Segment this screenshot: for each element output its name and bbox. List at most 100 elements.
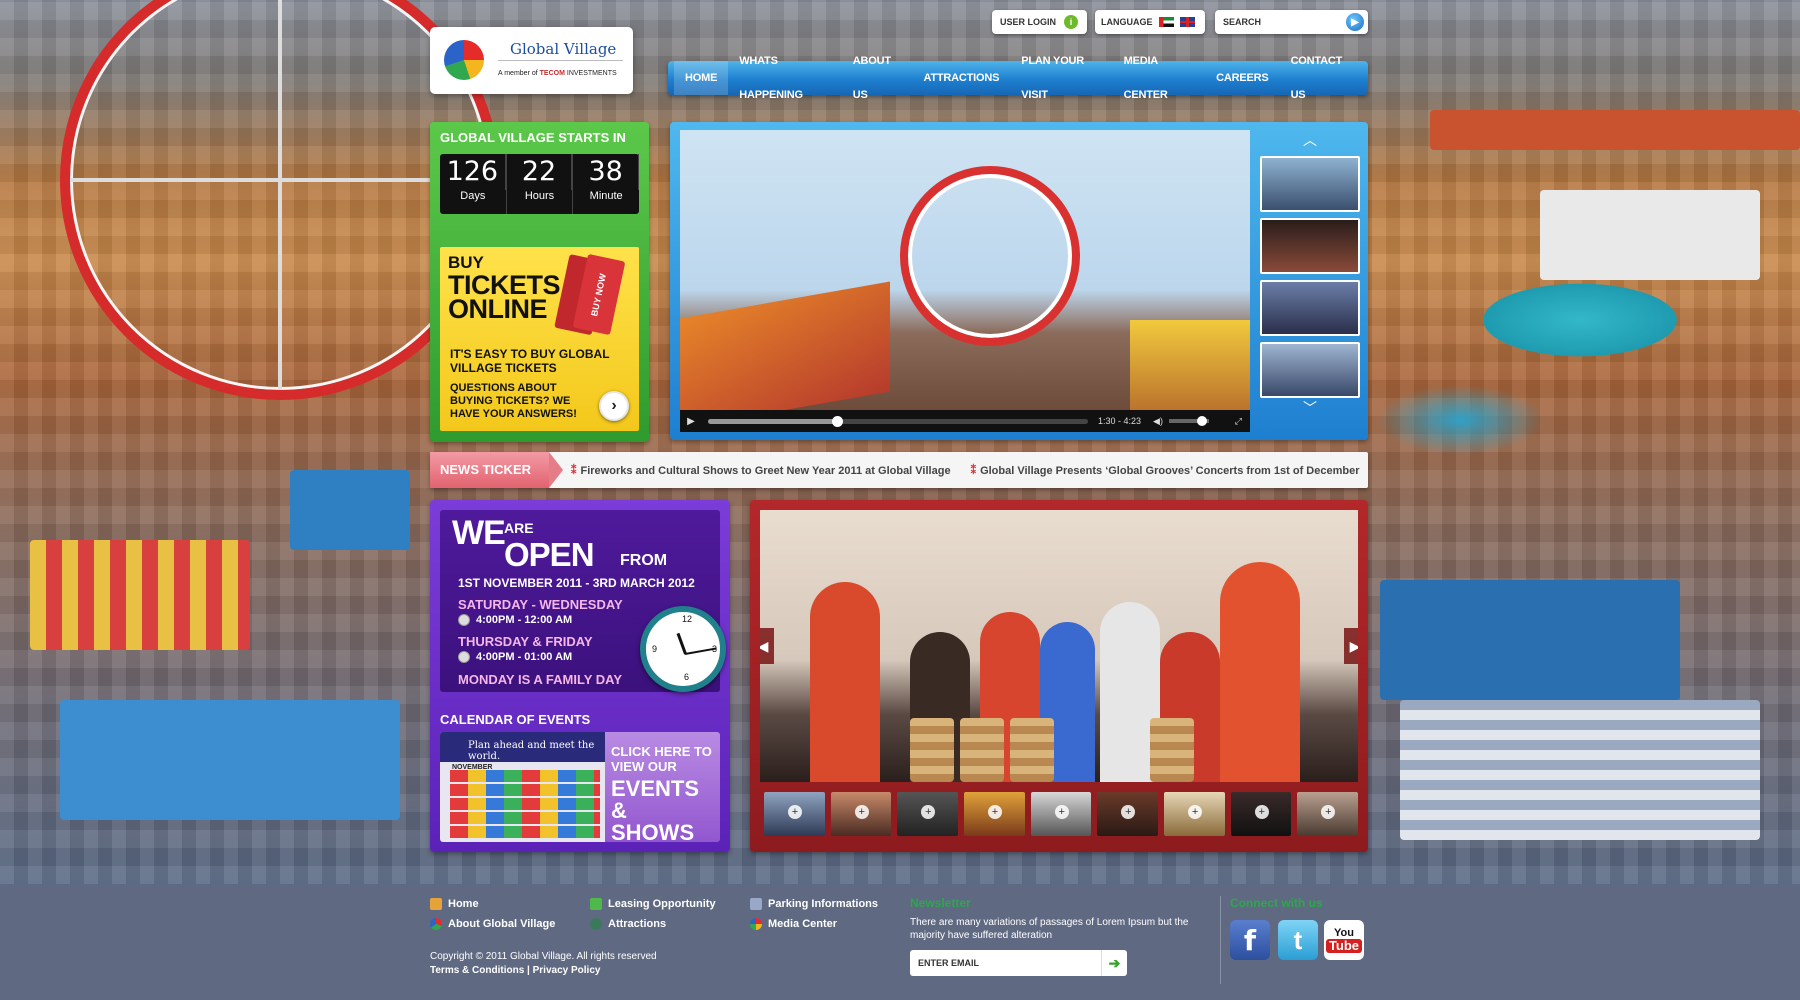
calendar-banner-text: Plan ahead and meet the world. — [440, 732, 605, 762]
drum-graphic — [910, 718, 954, 782]
tickets-arrow-button[interactable]: › — [599, 391, 629, 421]
footer-link-parking[interactable]: Parking Informations — [750, 898, 878, 910]
site-logo[interactable]: Global Village A member of TECOM INVESTM… — [430, 27, 633, 94]
video-controls: ▶ 1:30 - 4:23 ◀) ⤢ — [680, 410, 1250, 432]
nav-attractions[interactable]: ATTRACTIONS — [912, 61, 1010, 95]
video-thumbnail[interactable] — [1260, 342, 1360, 398]
wheel-icon — [590, 918, 602, 930]
news-item[interactable]: ⁑ Global Village Presents ‘Global Grooves… — [971, 464, 1360, 477]
drum-graphic — [1150, 718, 1194, 782]
nav-contact-us[interactable]: CONTACT US — [1280, 44, 1362, 112]
play-icon[interactable]: ▶ — [680, 416, 702, 427]
stall-graphic — [1130, 320, 1250, 420]
footer-link-about[interactable]: About Global Village — [430, 918, 555, 930]
newsletter-email-input[interactable]: ENTER EMAIL ➔ — [910, 950, 1127, 976]
season-dates: 1ST NOVEMBER 2011 - 3RD MARCH 2012 — [458, 576, 695, 590]
video-progress-bar[interactable] — [708, 415, 1088, 427]
nav-careers[interactable]: CAREERS — [1205, 61, 1279, 95]
wall-clock-icon: 12 3 6 9 — [640, 606, 726, 692]
tent-graphic — [60, 700, 400, 820]
clock-icon — [458, 614, 470, 627]
events-cta[interactable]: CLICK HERE TO VIEW OUR EVENTS & SHOWS — [605, 732, 720, 842]
youtube-icon[interactable]: You Tube — [1324, 920, 1364, 960]
privacy-link[interactable]: Privacy Policy — [533, 965, 601, 976]
search-go-icon[interactable]: ▶ — [1346, 13, 1364, 31]
days-weekday: SATURDAY - WEDNESDAY — [458, 597, 623, 612]
gallery-prev-icon[interactable]: ◀ — [760, 628, 774, 664]
hours-weekday: 4:00PM - 12:00 AM — [458, 614, 572, 627]
logo-divider — [498, 60, 623, 61]
twitter-icon[interactable]: t — [1278, 920, 1318, 960]
gallery-thumbnail[interactable] — [764, 792, 825, 836]
drum-graphic — [1010, 718, 1054, 782]
user-login-button[interactable]: USER LOGIN i — [992, 10, 1087, 34]
user-icon: i — [1064, 15, 1079, 29]
calendar-title: CALENDAR OF EVENTS — [440, 712, 591, 727]
heading-from: FROM — [620, 552, 668, 569]
chevron-up-icon[interactable]: ︿ — [1260, 130, 1360, 150]
days-weekend: THURSDAY & FRIDAY — [458, 634, 593, 649]
facebook-icon[interactable]: f — [1230, 920, 1270, 960]
tent-graphic — [1430, 110, 1800, 150]
volume-knob[interactable] — [1196, 416, 1207, 426]
countdown-timer: 126 Days 22 Hours 38 Minute — [440, 154, 640, 214]
gallery-main-photo[interactable]: ◀ ▶ — [760, 510, 1358, 782]
footer-divider — [1220, 896, 1221, 984]
main-nav: HOME WHATS HAPPENING ABOUT US ATTRACTION… — [668, 55, 1368, 101]
tent-graphic — [1400, 700, 1760, 840]
video-progress-fill — [708, 418, 838, 424]
news-item[interactable]: ⁑ Fireworks and Cultural Shows to Greet N… — [571, 464, 951, 477]
fullscreen-icon[interactable]: ⤢ — [1235, 416, 1242, 427]
video-thumbnail[interactable] — [1260, 280, 1360, 336]
tickets-headline: TICKETS ONLINE — [448, 270, 561, 324]
video-thumbnail[interactable] — [1260, 218, 1360, 274]
news-ticker: NEWS TICKER ⁑ Fireworks and Cultural Show… — [430, 452, 1368, 488]
gallery-thumbnail[interactable] — [964, 792, 1025, 836]
opening-hours-panel: WE ARE OPEN FROM 1ST NOVEMBER 2011 - 3RD… — [430, 500, 730, 852]
footer-link-media[interactable]: Media Center — [750, 918, 837, 930]
events-cta-headline: EVENTS & SHOWS — [611, 776, 700, 843]
video-screen[interactable] — [680, 130, 1250, 420]
footer-legal: Terms & Conditions | Privacy Policy — [430, 965, 601, 976]
gallery-thumbnail[interactable] — [1230, 792, 1292, 836]
gallery-thumbnail[interactable] — [1297, 792, 1359, 836]
buy-tickets-banner[interactable]: BUY TICKETS ONLINE BUY NOW IT'S EASY TO B… — [440, 247, 639, 431]
globe-logo-icon — [444, 40, 484, 80]
car-icon — [750, 898, 762, 910]
arabic-flag-icon[interactable] — [1158, 17, 1174, 27]
footer: Home About Global Village Leasing Opport… — [0, 884, 1800, 1000]
footer-link-leasing[interactable]: Leasing Opportunity — [590, 898, 716, 910]
language-selector: LANGUAGE — [1095, 10, 1205, 34]
media-icon — [750, 918, 762, 930]
events-cta-text: CLICK HERE TO VIEW OUR — [611, 744, 712, 774]
footer-link-home[interactable]: Home — [430, 898, 479, 910]
calendar-banner[interactable]: Plan ahead and meet the world. NOVEMBER … — [440, 732, 720, 842]
gallery-thumbnail[interactable] — [830, 792, 892, 836]
arrow-right-icon[interactable]: ➔ — [1101, 950, 1127, 976]
search-input[interactable]: SEARCH ▶ — [1215, 10, 1368, 34]
gallery-thumbnail[interactable] — [897, 792, 959, 836]
volume-icon[interactable]: ◀) — [1153, 416, 1163, 427]
ride-graphic — [680, 281, 890, 420]
chevron-down-icon[interactable]: ﹀ — [1260, 398, 1360, 418]
nav-plan-your-visit[interactable]: PLAN YOUR VISIT — [1010, 44, 1112, 112]
gallery-thumbnail[interactable] — [1030, 792, 1092, 836]
nav-home[interactable]: HOME — [674, 61, 729, 95]
countdown-days: 126 Days — [440, 154, 507, 214]
video-progress-knob[interactable] — [832, 415, 844, 427]
nav-media-center[interactable]: MEDIA CENTER — [1113, 44, 1206, 112]
nav-whats-happening[interactable]: WHATS HAPPENING — [728, 44, 842, 112]
volume-slider[interactable] — [1168, 416, 1209, 426]
photo-gallery-panel: ◀ ▶ — [750, 500, 1368, 852]
gallery-next-icon[interactable]: ▶ — [1344, 628, 1358, 664]
english-flag-icon[interactable] — [1179, 17, 1195, 27]
footer-link-attractions[interactable]: Attractions — [590, 918, 666, 930]
nav-about-us[interactable]: ABOUT US — [842, 44, 913, 112]
gallery-thumbnail[interactable] — [1097, 792, 1159, 836]
video-thumbnail[interactable] — [1260, 156, 1360, 212]
terms-link[interactable]: Terms & Conditions — [430, 965, 524, 976]
email-placeholder: ENTER EMAIL — [918, 958, 980, 968]
performer-graphic — [1220, 562, 1300, 782]
connect-title: Connect with us — [1230, 896, 1323, 910]
gallery-thumbnail[interactable] — [1164, 792, 1225, 836]
